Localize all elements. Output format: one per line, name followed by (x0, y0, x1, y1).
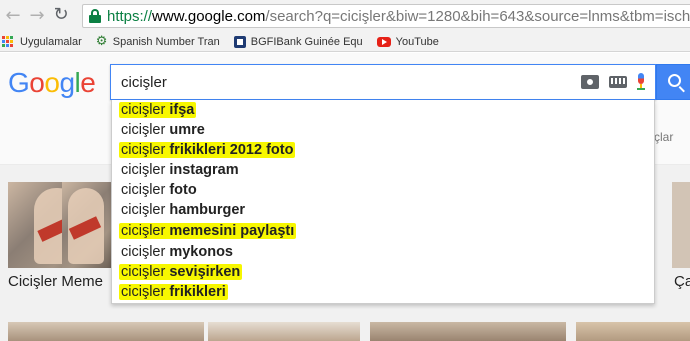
lock-icon (89, 9, 101, 23)
bookmark-label: Spanish Number Tran (112, 35, 220, 48)
suggestion-item[interactable]: cicişler hamburger (121, 200, 245, 220)
bookmark-apps[interactable]: Uygulamalar (0, 35, 82, 48)
bookmarks-bar: Uygulamalar ⚙ Spanish Number Tran BGFIBa… (0, 32, 690, 52)
suggestion-item[interactable]: cicişler memesini paylaştı (119, 221, 297, 241)
search-query-text: cicişler (121, 73, 167, 91)
suggestion-item[interactable]: cicişler instagram (121, 160, 239, 180)
suggestion-item[interactable]: cicişler frikikleri (119, 282, 228, 302)
youtube-icon (376, 36, 391, 47)
bookmark-label: YouTube (395, 35, 439, 48)
microphone-icon[interactable] (637, 73, 645, 91)
bookmark-label: BGFIBank Guinée Equ (250, 35, 363, 48)
suggestion-item[interactable]: cicişler sevişirken (119, 262, 243, 282)
bank-icon (233, 35, 246, 48)
google-logo[interactable]: Google (8, 67, 96, 99)
address-bar[interactable]: https://www.google.com/search?q=cicişler… (82, 4, 690, 28)
bookmark-youtube[interactable]: YouTube (376, 35, 439, 48)
browser-toolbar: ← → ↻ https://www.google.com/search?q=ci… (0, 0, 690, 32)
camera-icon[interactable] (581, 75, 599, 89)
suggestion-item[interactable]: cicişler mykonos (121, 242, 233, 262)
result-image-thumbnail[interactable] (208, 322, 360, 341)
tools-label-partial[interactable]: çlar (654, 130, 673, 144)
result-image-caption[interactable]: Cicişler Meme (8, 273, 103, 290)
gear-icon: ⚙ (95, 33, 108, 49)
back-arrow-icon[interactable]: ← (2, 5, 24, 26)
apps-grid-icon (2, 35, 14, 48)
suggestion-item[interactable]: cicişler foto (121, 180, 197, 200)
url-text: https://www.google.com/search?q=cicişler… (107, 7, 690, 25)
forward-arrow-icon[interactable]: → (26, 5, 48, 26)
suggestion-item[interactable]: cicişler ifşa (119, 100, 197, 120)
search-icon (667, 73, 681, 87)
suggestion-item[interactable]: cicişler umre (121, 120, 205, 140)
result-image-caption[interactable]: Ça (674, 273, 690, 290)
bookmark-label: Uygulamalar (20, 35, 82, 48)
result-image-thumbnail[interactable] (672, 182, 690, 268)
result-image-thumbnail[interactable] (576, 322, 690, 341)
result-image-thumbnail[interactable] (370, 322, 566, 341)
autocomplete-dropdown: cicişler ifşa cicişler umre cicişler fri… (111, 100, 655, 304)
search-input[interactable]: cicişler (110, 64, 656, 100)
result-image-thumbnail[interactable] (8, 322, 204, 341)
keyboard-icon[interactable] (609, 76, 627, 88)
reload-icon[interactable]: ↻ (50, 4, 72, 25)
bookmark-spanish-number[interactable]: ⚙ Spanish Number Tran (95, 33, 220, 49)
result-image-thumbnail[interactable] (62, 182, 112, 268)
search-button[interactable] (656, 64, 690, 100)
bookmark-bgfibank[interactable]: BGFIBank Guinée Equ (233, 35, 363, 48)
suggestion-item[interactable]: cicişler frikikleri 2012 foto (119, 140, 296, 160)
